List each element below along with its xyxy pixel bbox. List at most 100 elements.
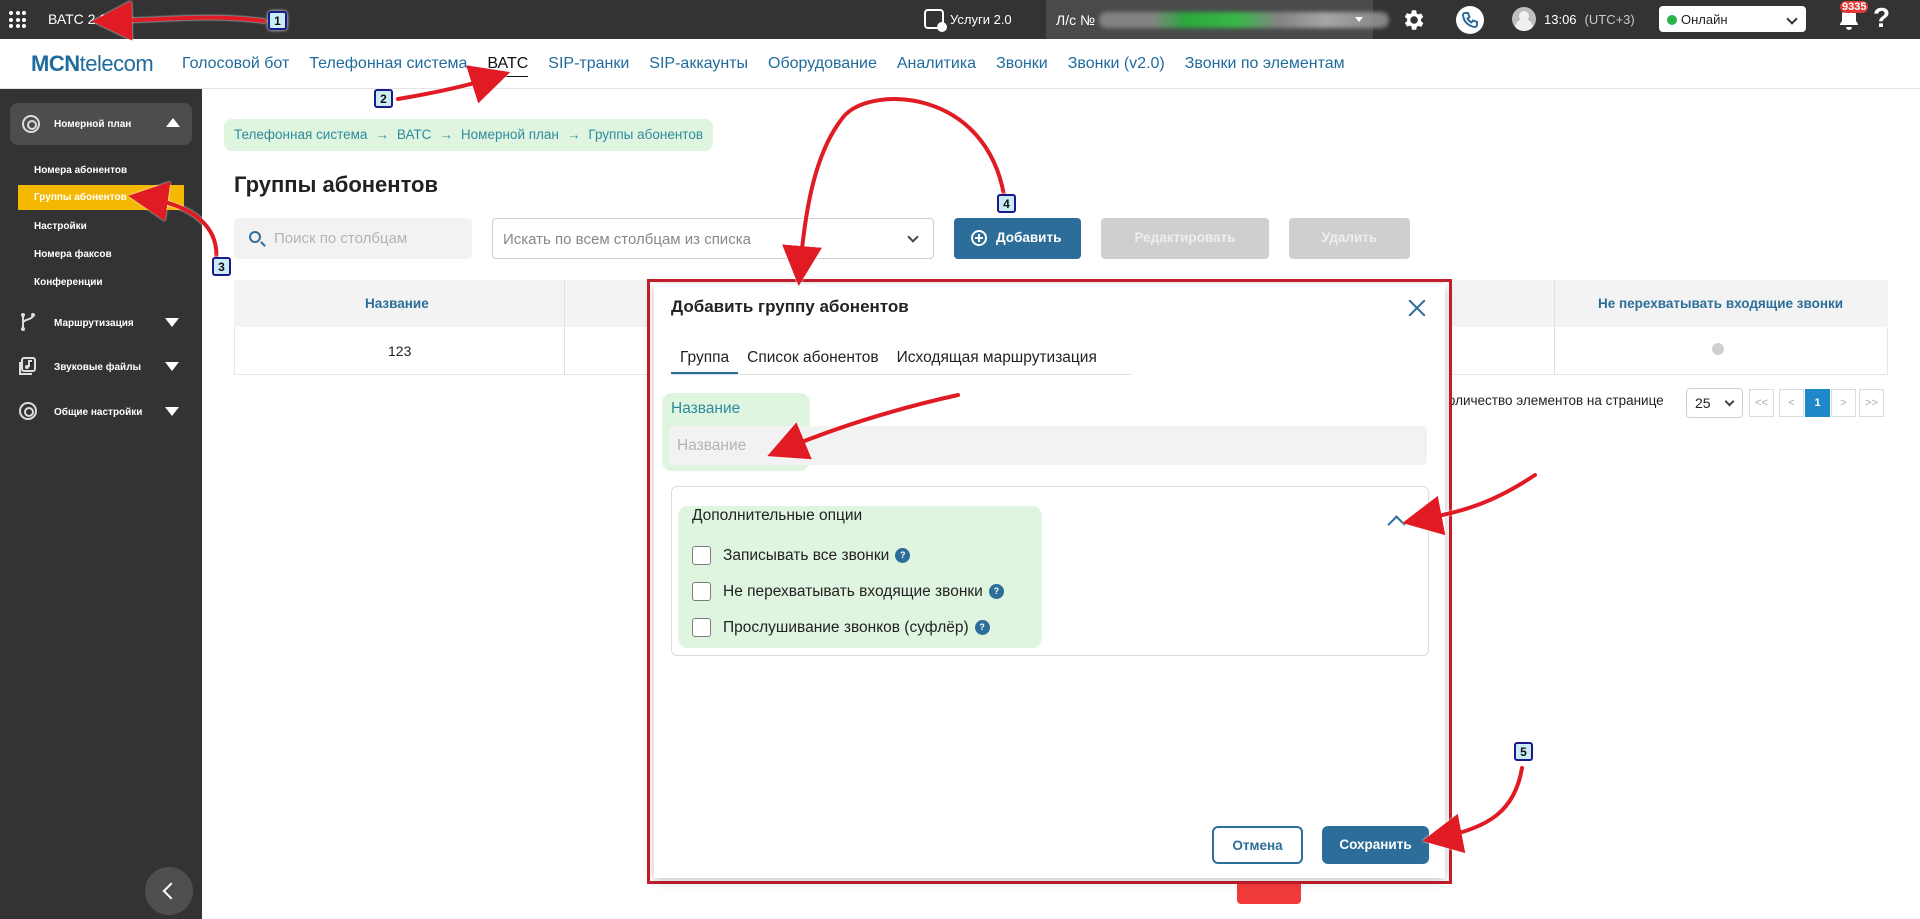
- sidebar: Номерной план Номера абонентов Группы аб…: [0, 89, 202, 919]
- nav-item-sip-accounts[interactable]: SIP-аккаунты: [649, 55, 748, 77]
- checkbox[interactable]: [692, 582, 711, 601]
- sidebar-item-conferences[interactable]: Конференции: [18, 270, 184, 295]
- app-title[interactable]: ВАТС 2.0: [48, 11, 107, 27]
- sidebar-group-label: Маршрутизация: [54, 318, 134, 329]
- sidebar-group-numbering-plan[interactable]: Номерной план: [10, 103, 192, 145]
- online-status-select[interactable]: Онлайн: [1659, 6, 1806, 32]
- column-divider: [564, 280, 565, 375]
- nav-item-sip-trunks[interactable]: SIP-транки: [548, 55, 629, 77]
- nav-item-analytics[interactable]: Аналитика: [897, 55, 976, 77]
- sidebar-group-sound-files[interactable]: Звуковые файлы: [10, 352, 192, 382]
- delete-button[interactable]: Удалить: [1289, 218, 1410, 259]
- breadcrumb-item-current: Группы абонентов: [588, 127, 704, 142]
- pager-prev[interactable]: <: [1779, 389, 1804, 417]
- nav-item-vats[interactable]: ВАТС: [487, 55, 529, 77]
- tab-outgoing-routing[interactable]: Исходящая маршрутизация: [888, 343, 1106, 374]
- annotation-badge-1: 1: [268, 11, 287, 30]
- triangle-down-icon: [165, 318, 179, 327]
- nav-item-voice-bot[interactable]: Голосовой бот: [182, 55, 289, 77]
- pager-next[interactable]: >: [1831, 389, 1856, 417]
- sidebar-group-routing[interactable]: Маршрутизация: [10, 308, 192, 338]
- checkbox[interactable]: [692, 546, 711, 565]
- caret-down-icon: [1355, 17, 1363, 22]
- page-title: Группы абонентов: [234, 172, 439, 197]
- option-no-intercept-incoming[interactable]: Не перехватывать входящие звонки ?: [692, 582, 1004, 601]
- dialog-tabs: Группа Список абонентов Исходящая маршру…: [671, 343, 1131, 375]
- edit-button[interactable]: Редактировать: [1101, 218, 1269, 259]
- services-icon: [924, 9, 947, 32]
- additional-options-title: Дополнительные опции: [692, 507, 863, 524]
- user-clock[interactable]: 13:06 (UTC+3): [1512, 7, 1635, 31]
- sidebar-group-label: Звуковые файлы: [54, 362, 142, 373]
- annotation-badge-5: 5: [1514, 742, 1533, 761]
- time-label: 13:06: [1544, 11, 1577, 27]
- sidebar-item-subscriber-groups[interactable]: Группы абонентов: [18, 185, 184, 210]
- option-label: Записывать все звонки: [723, 546, 890, 564]
- arrow-right-icon: →: [375, 127, 389, 142]
- option-label: Прослушивание звонков (суфлёр): [723, 618, 969, 636]
- search-placeholder: Поиск по столбцам: [274, 230, 408, 247]
- sound-files-icon: [19, 357, 36, 375]
- status-label: Онлайн: [1681, 12, 1728, 27]
- sidebar-item-subscriber-numbers[interactable]: Номера абонентов: [18, 158, 184, 183]
- page-size-label: Количество элементов на странице: [1440, 393, 1664, 408]
- breadcrumb: Телефонная система → ВАТС → Номерной пла…: [224, 119, 714, 151]
- pager-first[interactable]: <<: [1749, 389, 1774, 417]
- add-button[interactable]: Добавить: [954, 218, 1081, 259]
- tab-group[interactable]: Группа: [671, 343, 739, 374]
- filter-placeholder: Искать по всем столбцам из списка: [503, 231, 751, 248]
- dialog-title: Добавить группу абонентов: [671, 297, 909, 316]
- arrow-right-icon: →: [566, 127, 581, 142]
- breadcrumb-item[interactable]: Телефонная система: [234, 127, 367, 151]
- plus-circle-icon: [971, 230, 987, 246]
- settings-gear-icon[interactable]: [1400, 7, 1426, 33]
- sidebar-item-settings[interactable]: Настройки: [18, 214, 184, 239]
- add-button-label: Добавить: [996, 230, 1062, 245]
- column-header-name[interactable]: Название: [365, 296, 429, 311]
- breadcrumb-item[interactable]: Номерной план: [461, 127, 559, 151]
- avatar: [1512, 7, 1536, 31]
- mcn-logo[interactable]: MCNtelecom: [31, 51, 154, 77]
- sidebar-collapse-button[interactable]: [145, 867, 193, 915]
- column-divider: [1554, 280, 1555, 375]
- account-selector[interactable]: Л/с №: [1046, 0, 1389, 39]
- search-icon: [249, 231, 261, 243]
- help-icon[interactable]: ?: [988, 584, 1004, 599]
- checkbox[interactable]: [692, 618, 711, 637]
- nav-item-equipment[interactable]: Оборудование: [768, 55, 877, 77]
- help-icon[interactable]: ?: [974, 620, 990, 635]
- nav-item-calls-by-element[interactable]: Звонки по элементам: [1185, 55, 1345, 77]
- tab-subscriber-list[interactable]: Список абонентов: [738, 343, 888, 374]
- nav-item-calls-v2[interactable]: Звонки (v2.0): [1068, 55, 1165, 77]
- help-icon[interactable]: ?: [895, 548, 911, 563]
- save-button[interactable]: Сохранить: [1322, 826, 1429, 864]
- page-size-select[interactable]: 25: [1686, 388, 1743, 418]
- chevron-down-icon: [907, 231, 919, 243]
- nav-item-phone-system[interactable]: Телефонная система: [309, 55, 467, 77]
- chevron-down-icon: [1786, 13, 1798, 25]
- nav-item-calls[interactable]: Звонки: [996, 55, 1048, 77]
- breadcrumb-item[interactable]: ВАТС: [397, 127, 432, 151]
- routing-icon: [21, 313, 35, 331]
- annotation-badge-4: 4: [997, 194, 1016, 213]
- option-record-all-calls[interactable]: Записывать все звонки ?: [692, 546, 911, 565]
- cancel-button[interactable]: Отмена: [1212, 826, 1303, 864]
- column-header-no-intercept[interactable]: Не перехватывать входящие звонки: [1598, 296, 1843, 311]
- top-bar: ВАТС 2.0 Услуги 2.0 Л/с № 13:06 (UTC+3) …: [0, 0, 1920, 39]
- column-search-input[interactable]: Поиск по столбцам: [234, 218, 472, 259]
- apps-grid-icon[interactable]: [9, 11, 26, 28]
- timezone-label: (UTC+3): [1584, 11, 1635, 27]
- pager-last[interactable]: >>: [1859, 389, 1884, 417]
- phone-icon[interactable]: [1456, 6, 1484, 34]
- close-icon[interactable]: [1406, 297, 1428, 319]
- option-call-whisper[interactable]: Прослушивание звонков (суфлёр) ?: [692, 618, 990, 637]
- group-name-input[interactable]: [669, 426, 1427, 465]
- main-nav: MCNtelecom Голосовой бот Телефонная сист…: [0, 39, 1920, 89]
- pager-page-current[interactable]: 1: [1805, 389, 1830, 417]
- services-button[interactable]: Услуги 2.0: [924, 9, 1012, 32]
- column-filter-select[interactable]: Искать по всем столбцам из списка: [492, 218, 934, 259]
- sidebar-group-general-settings[interactable]: Общие настройки: [10, 397, 192, 427]
- logo-part-bold: MCN: [31, 51, 80, 76]
- sidebar-item-fax-numbers[interactable]: Номера факсов: [18, 242, 184, 267]
- help-icon[interactable]: ?: [1873, 2, 1890, 34]
